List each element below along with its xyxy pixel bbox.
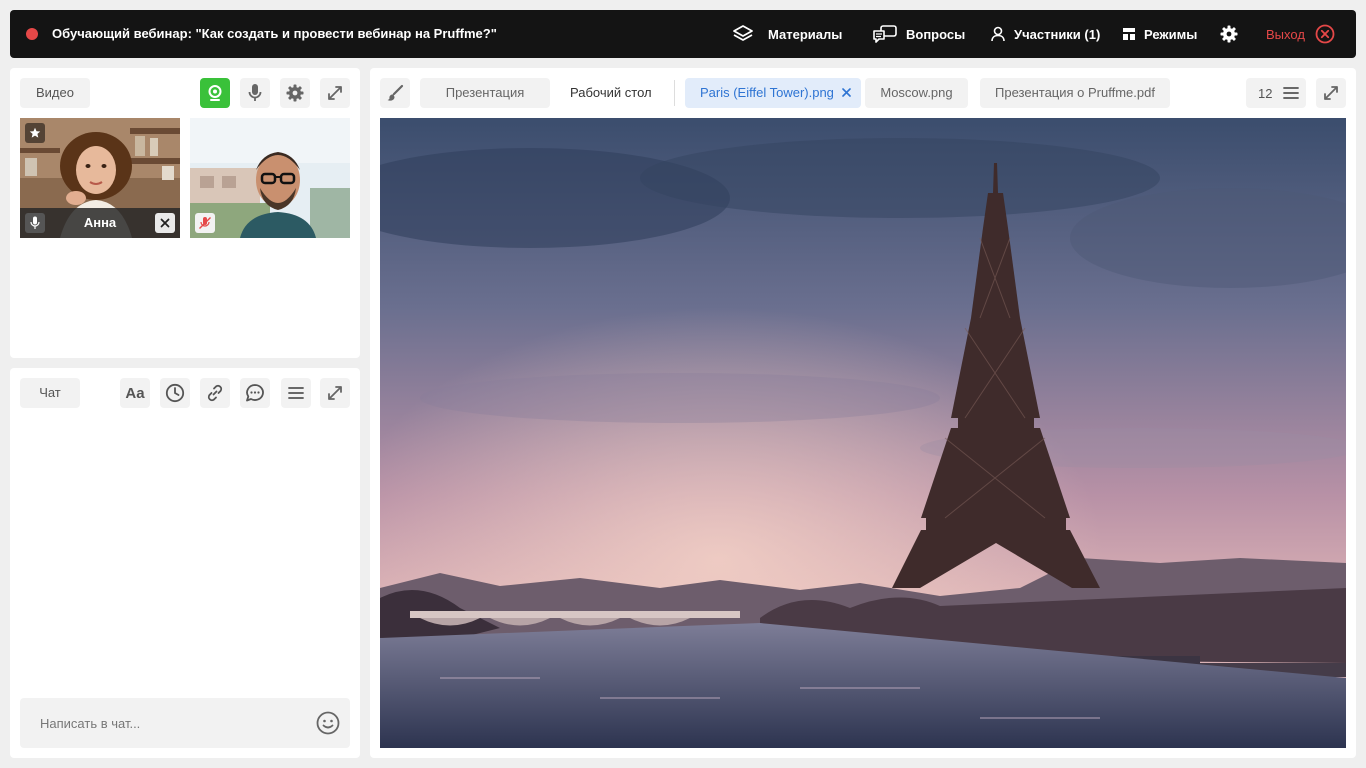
history-button[interactable] xyxy=(160,378,190,408)
tab-presentation[interactable]: Презентация xyxy=(420,78,550,108)
expand-icon xyxy=(327,385,343,401)
chat-fullscreen-button[interactable] xyxy=(320,378,350,408)
materials-button[interactable]: Материалы xyxy=(732,10,842,58)
brush-icon xyxy=(386,84,404,102)
chat-bubble-icon xyxy=(245,383,265,403)
draw-tool-button[interactable] xyxy=(380,78,410,108)
chat-tab[interactable]: Чат xyxy=(20,378,80,408)
settings-button[interactable] xyxy=(1220,10,1238,58)
chat-input-box xyxy=(20,698,350,748)
pages-button[interactable]: 12 xyxy=(1246,78,1306,108)
tab-divider xyxy=(674,80,675,106)
expand-icon xyxy=(327,85,343,101)
link-button[interactable] xyxy=(200,378,230,408)
participants-button[interactable]: Участники (1) xyxy=(990,10,1100,58)
video-tab[interactable]: Видео xyxy=(20,78,90,108)
webcam-icon xyxy=(206,84,224,102)
questions-button[interactable]: Вопросы xyxy=(872,10,965,58)
board-fullscreen-button[interactable] xyxy=(1316,78,1346,108)
camera-toggle-button[interactable] xyxy=(200,78,230,108)
recording-indicator xyxy=(26,28,38,40)
questions-label: Вопросы xyxy=(906,26,966,42)
video-fullscreen-button[interactable] xyxy=(320,78,350,108)
participants-label: Участники (1) xyxy=(1014,26,1101,42)
menu-icon xyxy=(288,386,304,400)
emoji-icon[interactable] xyxy=(316,711,340,740)
tab-paris-eiffel-tower[interactable]: Paris (Eiffel Tower).png xyxy=(685,78,861,108)
close-icon[interactable] xyxy=(842,78,851,108)
question-bubbles-icon xyxy=(872,24,898,44)
video-tile-anna[interactable]: Анна xyxy=(20,118,180,238)
comments-button[interactable] xyxy=(240,378,270,408)
slide-image xyxy=(380,118,1346,748)
page-count: 12 xyxy=(1258,85,1273,101)
top-bar: Обучающий вебинар: "Как создать и провес… xyxy=(10,10,1356,58)
user-icon xyxy=(990,26,1006,42)
chat-message-input[interactable] xyxy=(40,698,310,748)
menu-icon xyxy=(1283,86,1299,100)
close-circle-icon xyxy=(1315,24,1335,44)
modes-label: Режимы xyxy=(1144,26,1198,42)
microphone-icon xyxy=(246,83,264,103)
tab-pruffme-pdf[interactable]: Презентация о Pruffme.pdf xyxy=(980,78,1170,108)
layers-icon xyxy=(732,24,754,44)
close-icon[interactable] xyxy=(155,213,175,233)
chat-menu-button[interactable] xyxy=(281,378,311,408)
tab-moscow[interactable]: Moscow.png xyxy=(865,78,968,108)
exit-label: Выход xyxy=(1266,26,1305,42)
link-icon xyxy=(205,383,225,403)
microphone-icon[interactable] xyxy=(25,213,45,233)
video-tile-participant[interactable] xyxy=(190,118,350,238)
tab-desktop[interactable]: Рабочий стол xyxy=(555,78,665,108)
exit-button[interactable]: Выход xyxy=(1266,10,1335,58)
font-size-button[interactable]: Aa xyxy=(120,378,150,408)
gear-icon xyxy=(1220,25,1238,43)
clock-icon xyxy=(165,383,185,403)
modes-button[interactable]: Режимы xyxy=(1122,10,1197,58)
gear-icon xyxy=(286,84,304,102)
star-icon[interactable] xyxy=(25,123,45,143)
layout-icon xyxy=(1122,27,1136,41)
webinar-title: Обучающий вебинар: "Как создать и провес… xyxy=(52,26,497,41)
tab-label: Paris (Eiffel Tower).png xyxy=(700,85,834,100)
microphone-button[interactable] xyxy=(240,78,270,108)
microphone-muted-icon[interactable] xyxy=(195,213,215,233)
materials-label: Материалы xyxy=(768,26,843,42)
video-settings-button[interactable] xyxy=(280,78,310,108)
expand-icon xyxy=(1323,85,1339,101)
